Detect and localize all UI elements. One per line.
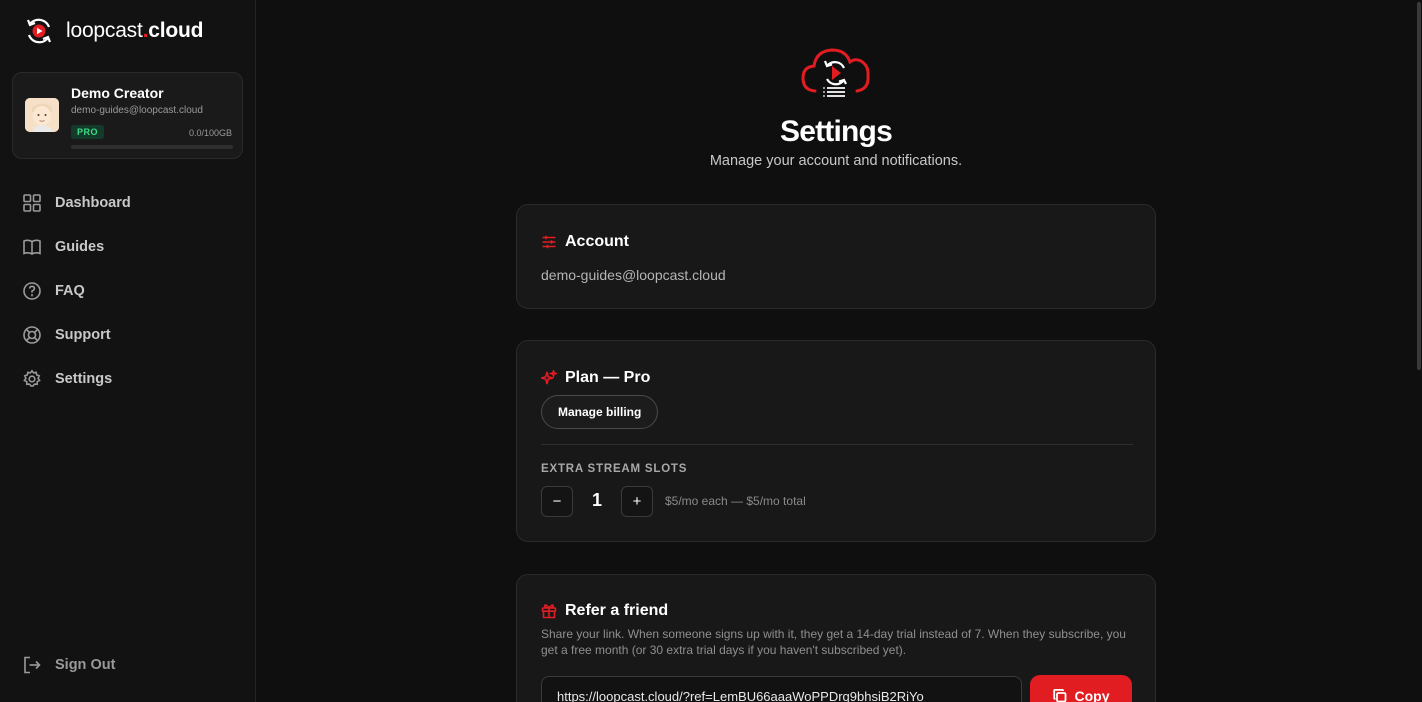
sliders-icon bbox=[542, 235, 556, 249]
plan-badge: PRO bbox=[71, 125, 105, 139]
copy-label: Copy bbox=[1074, 688, 1110, 702]
account-card: Account demo-guides@loopcast.cloud bbox=[516, 204, 1156, 309]
manage-billing-button[interactable]: Manage billing bbox=[541, 395, 659, 429]
account-email: demo-guides@loopcast.cloud bbox=[541, 267, 726, 283]
brand-name: loopcast.cloud bbox=[66, 19, 204, 42]
account-card-header: Account bbox=[541, 233, 629, 251]
plan-card: Plan — Pro Manage billing EXTRA STREAM S… bbox=[516, 340, 1156, 542]
page-scrollbar[interactable] bbox=[1416, 0, 1422, 702]
slots-count: 1 bbox=[591, 490, 602, 510]
profile-card[interactable]: Demo Creator demo-guides@loopcast.cloud … bbox=[12, 72, 243, 159]
signout-section: Sign Out bbox=[0, 643, 255, 687]
sidebar-item-label: Settings bbox=[55, 371, 113, 387]
storage-usage: 0.0/100GB bbox=[188, 128, 232, 138]
copy-icon bbox=[1052, 689, 1066, 702]
copy-link-button[interactable]: Copy bbox=[1030, 675, 1132, 702]
sign-out-button[interactable]: Sign Out bbox=[0, 643, 255, 687]
sidebar-item-guides[interactable]: Guides bbox=[0, 225, 255, 269]
sidebar-item-support[interactable]: Support bbox=[0, 313, 255, 357]
profile-name: Demo Creator bbox=[71, 85, 164, 101]
main-content: Settings Manage your account and notific… bbox=[256, 0, 1416, 702]
plan-title: Plan — Pro bbox=[565, 369, 651, 386]
logout-icon bbox=[24, 656, 41, 674]
account-title: Account bbox=[565, 233, 629, 250]
sidebar-nav: Dashboard Guides FAQ Support Settings bbox=[0, 181, 255, 401]
storage-bar bbox=[71, 145, 233, 149]
help-circle-icon bbox=[23, 282, 41, 300]
profile-email: demo-guides@loopcast.cloud bbox=[71, 105, 203, 116]
refer-description: Share your link. When someone signs up w… bbox=[541, 627, 1126, 657]
book-icon bbox=[23, 239, 41, 255]
avatar bbox=[25, 98, 59, 132]
referral-link-input[interactable] bbox=[541, 676, 1022, 702]
refer-title: Refer a friend bbox=[565, 602, 669, 619]
gear-icon bbox=[23, 369, 41, 387]
sidebar-item-faq[interactable]: FAQ bbox=[0, 269, 255, 313]
slots-price: $5/mo each — $5/mo total bbox=[665, 494, 806, 508]
brand-logo[interactable]: loopcast.cloud bbox=[24, 16, 203, 46]
sidebar-item-label: Guides bbox=[55, 239, 105, 255]
lifebuoy-icon bbox=[23, 326, 41, 344]
sidebar-item-label: Support bbox=[55, 327, 111, 343]
sidebar-item-label: FAQ bbox=[55, 283, 85, 299]
decrement-slots-button[interactable]: − bbox=[541, 486, 573, 517]
page-subtitle: Manage your account and notifications. bbox=[709, 153, 963, 169]
sidebar-item-settings[interactable]: Settings bbox=[0, 357, 255, 401]
page-title: Settings bbox=[780, 115, 893, 148]
refer-card: Refer a friend Share your link. When som… bbox=[516, 574, 1156, 702]
extra-slots-label: EXTRA STREAM SLOTS bbox=[541, 463, 688, 475]
sidebar-item-label: Dashboard bbox=[55, 195, 131, 211]
grid-icon bbox=[23, 194, 41, 212]
loopcast-logo-icon bbox=[26, 18, 52, 44]
scrollbar-thumb[interactable] bbox=[1417, 2, 1421, 370]
refer-card-header: Refer a friend bbox=[541, 602, 668, 620]
increment-slots-button[interactable]: + bbox=[621, 486, 653, 517]
divider bbox=[541, 444, 1133, 445]
cloud-loop-icon bbox=[801, 48, 870, 97]
sidebar-item-dashboard[interactable]: Dashboard bbox=[0, 181, 255, 225]
plan-card-header: Plan — Pro bbox=[541, 369, 650, 387]
sign-out-label: Sign Out bbox=[55, 657, 116, 673]
sidebar: loopcast.cloud Demo Creator demo-guides@… bbox=[0, 0, 256, 702]
sparkles-icon bbox=[541, 370, 557, 385]
gift-icon bbox=[541, 604, 557, 619]
